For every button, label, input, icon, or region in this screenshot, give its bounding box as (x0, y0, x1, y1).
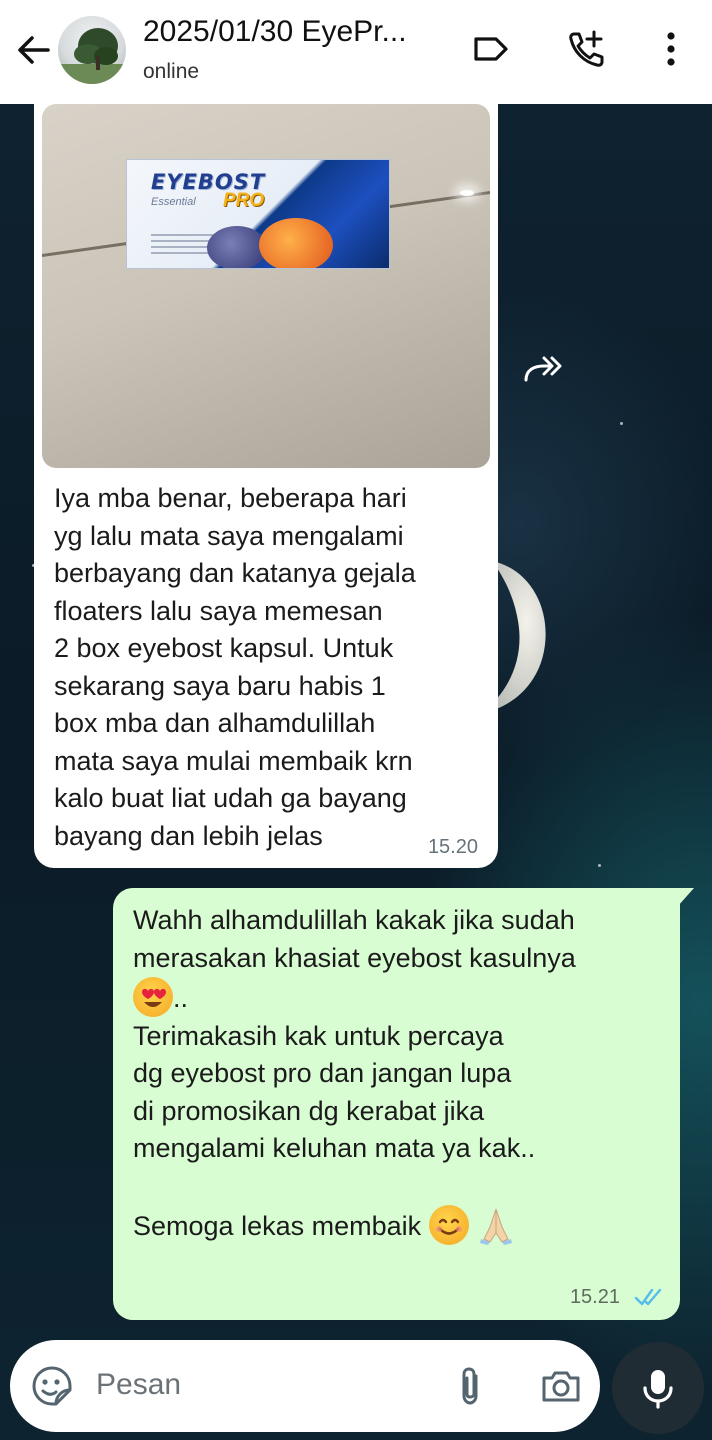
message-line: Wahh alhamdulillah kakak jika sudah (133, 905, 575, 935)
more-vert-icon (667, 32, 675, 66)
chat-header: 2025/01/30 EyePr... online (0, 0, 712, 104)
forward-button[interactable] (520, 348, 568, 388)
message-photo[interactable]: EYEBOST Essential PRO (42, 104, 490, 468)
photo-light-flare (460, 190, 474, 196)
message-line: dg eyebost pro dan jangan lupa (133, 1058, 512, 1088)
outgoing-message-bubble[interactable]: Wahh alhamdulillah kakak jika sudah mera… (113, 888, 694, 1320)
camera-button[interactable] (538, 1364, 584, 1408)
incoming-message-time: 15.20 (427, 836, 478, 858)
forward-icon (524, 356, 562, 382)
message-composer: Pesan (10, 1340, 600, 1432)
camera-icon (542, 1371, 580, 1402)
message-line: merasakan khasiat eyebost kasulnya (133, 942, 576, 973)
incoming-message-text: Iya mba benar, beberapa hari yg lalu mat… (54, 483, 416, 851)
sticker-button[interactable] (30, 1364, 74, 1408)
tree-avatar-image (58, 28, 126, 84)
back-button[interactable] (12, 28, 56, 72)
bilberry-graphic (207, 226, 267, 268)
message-line-suffix: .. (173, 983, 189, 1013)
sticker-icon (32, 1366, 72, 1406)
message-line: .. (133, 977, 663, 1018)
product-box-image: EYEBOST Essential PRO (126, 159, 390, 269)
folded-hands-emoji (476, 1205, 516, 1245)
contact-avatar[interactable] (58, 16, 126, 84)
product-line-text: Essential (151, 196, 196, 208)
contact-name[interactable]: 2025/01/30 EyePr... (143, 15, 443, 49)
incoming-message-bubble[interactable]: EYEBOST Essential PRO Iya mba benar, beb… (34, 96, 498, 868)
add-call-icon (569, 30, 604, 67)
heart-eyes-emoji (133, 977, 173, 1017)
attach-icon (462, 1367, 478, 1405)
attach-button[interactable] (450, 1364, 490, 1408)
contact-status: online (143, 60, 200, 83)
outgoing-message-text: Wahh alhamdulillah kakak jika sudah mera… (133, 902, 663, 1246)
message-line: di promosikan dg kerabat jika (133, 1095, 485, 1126)
message-line: mengalami keluhan mata ya kak.. (133, 1133, 536, 1163)
more-options-button[interactable] (648, 26, 694, 72)
add-call-button[interactable] (564, 26, 610, 72)
label-icon (474, 37, 508, 61)
bubble-tail (678, 888, 694, 906)
orange-fruit-graphic (259, 218, 333, 268)
product-variant-text: PRO (223, 190, 265, 211)
outgoing-message-time: 15.21 (569, 1286, 620, 1308)
message-line: Terimakasih kak untuk percaya (133, 1020, 504, 1051)
read-ticks-icon (634, 1288, 662, 1306)
message-line-text: Semoga lekas membaik (133, 1211, 422, 1241)
mic-icon (643, 1370, 673, 1409)
arrow-back-icon (18, 36, 50, 64)
label-button[interactable] (468, 26, 514, 72)
star-decoration (598, 864, 601, 867)
smiling-face-emoji (428, 1205, 469, 1245)
message-input[interactable]: Pesan (96, 1368, 181, 1402)
voice-message-button[interactable] (612, 1342, 704, 1434)
star-decoration (620, 422, 623, 425)
message-line: Semoga lekas membaik (133, 1205, 663, 1246)
